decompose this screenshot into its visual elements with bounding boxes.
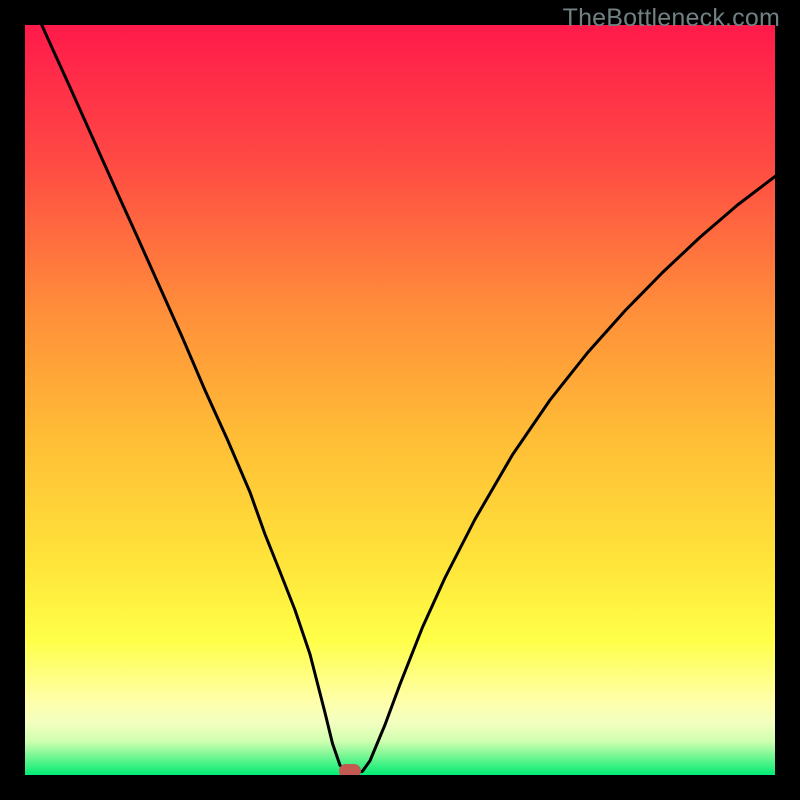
plot-area: [25, 25, 775, 775]
optimal-point-marker: [339, 764, 361, 775]
chart-frame: TheBottleneck.com: [0, 0, 800, 800]
watermark-text: TheBottleneck.com: [563, 4, 780, 33]
bottleneck-curve: [25, 25, 775, 775]
